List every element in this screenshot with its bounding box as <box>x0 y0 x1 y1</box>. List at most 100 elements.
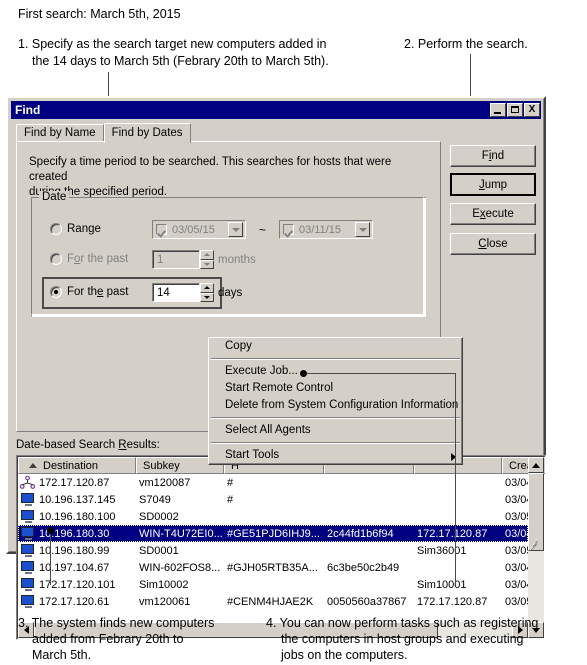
menu-item-start-tools[interactable]: Start Tools <box>209 447 462 464</box>
past-months-input[interactable]: 1 <box>152 250 200 269</box>
leader-dot-step4 <box>300 370 307 377</box>
chevron-down-icon[interactable] <box>228 222 243 237</box>
cell-destination: 10.196.180.99 <box>39 544 110 557</box>
table-row[interactable]: 10.196.180.30 WIN-T4U72EI0... #GE51PJD6IHJ… <box>18 525 528 542</box>
find-button[interactable]: Find <box>450 145 536 167</box>
computer-icon <box>20 595 35 608</box>
find-button-label: Find <box>481 150 505 162</box>
annotation-step-3-line1: 3. The system finds new computers <box>18 616 215 630</box>
past-days-stepper-up[interactable] <box>200 283 214 293</box>
table-row[interactable]: 172.17.120.61 vm120061 #CENM4HJAE2K 0050560… <box>18 593 528 610</box>
radio-past-days-button[interactable] <box>50 286 62 298</box>
computer-icon <box>20 493 35 506</box>
past-months-stepper-up[interactable] <box>200 250 214 260</box>
dialog-title: Find <box>15 103 41 117</box>
past-days-highlight <box>42 277 222 309</box>
radio-range-button[interactable] <box>50 223 62 235</box>
find-dialog: Find X Find by Name Find by Dates Specif… <box>6 96 546 640</box>
cell-creation: 03/05/201 <box>505 544 528 557</box>
table-row[interactable]: 172.17.120.101 Sim10002 Sim10001 03/04/201 <box>18 576 528 593</box>
radio-past-months-button[interactable] <box>50 253 62 265</box>
panel-description-line1: Specify a time period to be searched. Th… <box>29 156 392 183</box>
cell-subkey: SD0001 <box>139 544 179 557</box>
past-days-stepper[interactable] <box>200 283 214 302</box>
cell-creation: 03/05/201 <box>505 510 528 523</box>
cell-subkey: SD0002 <box>139 510 179 523</box>
computer-icon <box>20 578 35 591</box>
cell-creation: 03/04/201 <box>505 493 528 506</box>
menu-item-delete-from-system-configuration-information[interactable]: Delete from System Configuration Informa… <box>209 397 462 414</box>
cell-creation: 03/04/201 <box>505 561 528 574</box>
minimize-button[interactable] <box>490 103 506 117</box>
leader-line-step3 <box>50 530 51 585</box>
date-to-checkbox[interactable] <box>283 224 294 235</box>
tab-strip: Find by Name Find by Dates <box>16 123 191 143</box>
past-days-unit: days <box>218 287 243 299</box>
computer-icon <box>20 561 35 574</box>
close-icon[interactable]: X <box>524 103 540 117</box>
table-row[interactable]: 10.196.137.145 S7049 #03/04/201 <box>18 491 528 508</box>
cell-subkey: vm120087 <box>139 476 191 489</box>
radio-past-months-label: For the past <box>67 253 129 265</box>
date-from-checkbox[interactable] <box>156 224 167 235</box>
menu-item-copy[interactable]: Copy <box>209 338 462 355</box>
dialog-titlebar[interactable]: Find X <box>11 101 541 119</box>
context-menu[interactable]: Copy Execute Job... Start Remote Control De… <box>208 337 463 465</box>
table-row[interactable]: 172.17.120.87 vm120087 #03/04/201 <box>18 474 528 491</box>
chevron-down-icon-2[interactable] <box>355 222 370 237</box>
results-label: Date-based Search Results: <box>16 439 160 451</box>
table-row[interactable]: 10.196.180.100 SD0002 03/05/201 <box>18 508 528 525</box>
cell-col5: Sim36001 <box>417 544 467 557</box>
leader-line-step4-v <box>455 373 456 585</box>
menu-item-execute-job[interactable]: Execute Job... <box>209 363 462 380</box>
computer-icon <box>20 510 35 523</box>
menu-item-label: Copy <box>225 340 252 352</box>
cell-col4: 0050560a37867 <box>327 595 407 608</box>
search-results-listview[interactable]: Destination Subkey H Creation ( 172 <box>16 455 546 640</box>
execute-button-label: Execute <box>472 208 514 220</box>
radio-past-days[interactable]: For the past <box>50 286 128 298</box>
past-months-stepper[interactable] <box>200 250 214 269</box>
cell-destination: 172.17.120.61 <box>39 595 110 608</box>
past-days-stepper-down[interactable] <box>200 292 214 302</box>
annotation-step-4-line1: 4. You can now perform tasks such as reg… <box>266 616 539 630</box>
menu-item-label: Select All Agents <box>225 424 311 436</box>
cell-destination: 172.17.120.101 <box>39 578 116 591</box>
cell-hostid: #GE51PJD6IHJ9... <box>227 527 320 540</box>
menu-item-select-all-agents[interactable]: Select All Agents <box>209 422 462 439</box>
tab-find-by-dates-label: Find by Dates <box>111 127 183 139</box>
radio-past-months[interactable]: For the past <box>50 253 128 265</box>
scroll-up-button[interactable] <box>528 457 544 473</box>
maximize-button[interactable] <box>507 103 523 117</box>
radio-range-label: Range <box>67 223 101 235</box>
table-row[interactable]: 10.196.180.99 SD0001 Sim36001 03/05/201 <box>18 542 528 559</box>
resize-grip[interactable] <box>528 537 540 552</box>
cell-col5: 172.17.120.87 <box>417 527 488 540</box>
cell-hostid: #GJH05RTB35A... <box>227 561 318 574</box>
cell-creation: 03/05/201 <box>505 595 528 608</box>
close-button-label: Close <box>478 238 508 250</box>
annotation-step-1-line1: 1. Specify as the search target new comp… <box>18 37 327 51</box>
tab-find-by-name[interactable]: Find by Name <box>16 124 104 142</box>
computer-icon <box>20 527 35 540</box>
date-to-combo[interactable]: 03/11/15 <box>279 220 373 239</box>
sort-ascending-icon <box>29 463 37 468</box>
cell-col4: 6c3be50c2b49 <box>327 561 400 574</box>
menu-item-label: Start Remote Control <box>225 382 334 394</box>
jump-button[interactable]: Jump <box>450 173 536 196</box>
execute-button[interactable]: Execute <box>450 203 536 225</box>
annotation-step-3-line2: added from Febrary 20th to <box>32 632 184 646</box>
menu-item-start-remote-control[interactable]: Start Remote Control <box>209 380 462 397</box>
past-months-stepper-down[interactable] <box>200 259 214 269</box>
date-from-value: 03/05/15 <box>172 223 215 236</box>
past-days-input[interactable]: 14 <box>152 283 200 302</box>
table-row[interactable]: 10.197.104.67 WIN-602FOS8... #GJH05RTB35A.… <box>18 559 528 576</box>
close-button[interactable]: Close <box>450 233 536 255</box>
column-header-destination[interactable]: Destination <box>18 457 136 474</box>
listview-body[interactable]: 172.17.120.87vm120087#03/04/20110.196.13… <box>18 474 528 622</box>
radio-range[interactable]: Range <box>50 223 101 235</box>
date-from-combo[interactable]: 03/05/15 <box>152 220 246 239</box>
cell-hostid: # <box>227 476 234 489</box>
computer-icon <box>20 544 35 557</box>
tab-find-by-dates[interactable]: Find by Dates <box>103 123 191 143</box>
